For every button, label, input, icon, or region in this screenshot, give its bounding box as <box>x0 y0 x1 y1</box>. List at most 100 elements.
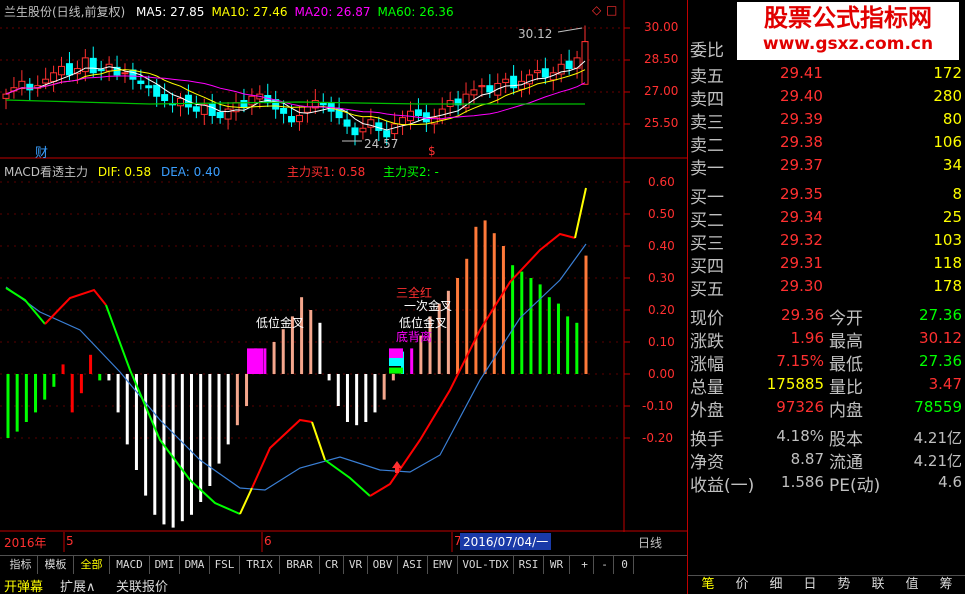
macd-tick: -0.10 <box>642 399 674 413</box>
indicator-tab[interactable]: TRIX <box>240 556 280 574</box>
dif-line-segment <box>239 487 253 515</box>
period-label[interactable]: 日线 <box>638 534 662 551</box>
macd-hist-bar <box>162 374 166 525</box>
quote-tab[interactable]: 联 <box>864 576 892 594</box>
ask-label: 卖三 <box>690 113 724 133</box>
quote-tab[interactable]: 价 <box>728 576 756 594</box>
fund-l1: 换手 <box>690 430 724 450</box>
ask-row[interactable]: 卖二 29.38 106 <box>688 131 965 156</box>
indicator-tab[interactable]: DMA <box>180 556 210 574</box>
ask-price: 29.37 <box>780 156 823 174</box>
macd-hist-bar <box>456 278 460 374</box>
bid-row[interactable]: 买五 29.30 178 <box>688 275 965 300</box>
stat-v2: 30.12 <box>919 329 962 347</box>
price-tick: 30.00 <box>644 20 679 34</box>
bid-row[interactable]: 买三 29.32 103 <box>688 229 965 254</box>
indicator-tab[interactable]: RSI <box>514 556 544 574</box>
fund-v1: 4.18% <box>776 427 824 445</box>
nav-button[interactable]: 0 <box>616 556 634 574</box>
ask-label: 卖一 <box>690 159 724 179</box>
macd-hist-bar <box>584 255 588 374</box>
quote-tab[interactable]: 日 <box>796 576 824 594</box>
ask-price: 29.41 <box>780 64 823 82</box>
indicator-tab[interactable]: BRAR <box>280 556 320 574</box>
stat-v1: 97326 <box>776 398 824 416</box>
close-diamond-icon[interactable]: ◇ <box>592 3 601 17</box>
quote-tab[interactable]: 势 <box>830 576 858 594</box>
quote-tab[interactable]: 细 <box>762 576 790 594</box>
stat-v1: 29.36 <box>781 306 824 324</box>
chart-area[interactable]: 兰生股份(日线,前复权) MA5: 27.85 MA10: 27.46 MA20: … <box>0 0 687 552</box>
bid-row[interactable]: 买一 29.35 8 <box>688 183 965 208</box>
candle-body <box>176 97 184 107</box>
macd-hist-bar <box>501 246 505 374</box>
macd-hist-bar <box>529 278 533 374</box>
close-square-icon[interactable]: □ <box>606 3 617 17</box>
candle-body <box>565 60 573 70</box>
expand-button[interactable]: 扩展∧ <box>60 576 96 594</box>
indicator-tab[interactable]: OBV <box>368 556 398 574</box>
macd-hist-bar <box>556 303 560 374</box>
candle-body <box>470 89 478 96</box>
indicator-tab[interactable]: WR <box>544 556 570 574</box>
ask-price: 29.40 <box>780 87 823 105</box>
indicator-tab[interactable]: ASI <box>398 556 428 574</box>
indicator-tab[interactable]: VOL-TDX <box>458 556 514 574</box>
indicator-tab[interactable]: FSL <box>210 556 240 574</box>
stock-title: 兰生股份(日线,前复权) <box>4 5 126 19</box>
macd-hist-bar <box>345 374 349 422</box>
candle-body <box>351 127 359 136</box>
stat-l2: 最低 <box>829 355 863 375</box>
dif-line-segment <box>574 187 587 239</box>
indicator-tab[interactable]: CR <box>320 556 344 574</box>
quote-tab[interactable]: 值 <box>898 576 926 594</box>
bid-row[interactable]: 买四 29.31 118 <box>688 252 965 277</box>
indicator-tab[interactable]: 指标 <box>4 556 38 574</box>
indicator-tab[interactable]: VR <box>344 556 368 574</box>
macd-hist-bar <box>15 374 19 432</box>
ask-row[interactable]: 卖五 29.41 172 <box>688 62 965 87</box>
macd-hist-bar <box>474 226 478 374</box>
right-tab-bar: 笔价细日势联值筹 <box>688 575 965 594</box>
bid-row[interactable]: 买二 29.34 25 <box>688 206 965 231</box>
quote-tab[interactable]: 筹 <box>932 576 960 594</box>
signal-block <box>389 358 403 366</box>
ma-label: MA10: 27.46 <box>211 5 288 19</box>
nav-button[interactable]: + <box>576 556 594 574</box>
quote-panel: 委比 卖五 29.41 172 卖四 29.40 280 卖三 29.39 80 卖二 29.38 1… <box>687 0 965 594</box>
macd-hist-bar <box>217 374 221 464</box>
ask-row[interactable]: 卖四 29.40 280 <box>688 85 965 110</box>
ask-price: 29.38 <box>780 133 823 151</box>
candle-body <box>288 116 296 123</box>
indicator-tab[interactable]: DMI <box>150 556 180 574</box>
price-tick: 27.00 <box>644 84 679 98</box>
indicator-tab[interactable]: 全部 <box>74 556 110 574</box>
candle-body <box>50 72 58 82</box>
indicator-tab[interactable]: 模板 <box>38 556 74 574</box>
macd-hist-bar <box>208 374 212 486</box>
year-label: 2016年 <box>4 536 47 550</box>
candle-body <box>224 108 232 120</box>
macd-hist-bar <box>180 374 184 522</box>
nav-button[interactable]: - <box>596 556 614 574</box>
ma-label: MA5: 27.85 <box>136 5 205 19</box>
dea-label: DEA: 0.40 <box>160 165 221 179</box>
chart-canvas[interactable] <box>0 0 687 552</box>
related-quote-button[interactable]: 关联报价 <box>116 576 168 594</box>
fund-row: 净资 8.87 流通 4.21亿 <box>688 448 965 473</box>
indicator-tab[interactable]: EMV <box>428 556 458 574</box>
macd-hist-bar <box>34 374 38 413</box>
macd-hist-bar <box>98 374 102 381</box>
danmu-button[interactable]: 开弹幕 <box>4 576 43 594</box>
finance-badge[interactable]: 财 <box>35 142 48 161</box>
ma-labels: MA5: 27.85 MA10: 27.46 MA20: 26.87 MA60: 26… <box>129 5 454 19</box>
ask-row[interactable]: 卖三 29.39 80 <box>688 108 965 133</box>
quote-tab[interactable]: 笔 <box>694 576 722 594</box>
stat-l2: 量比 <box>829 378 863 398</box>
bid-price: 29.30 <box>780 277 823 295</box>
divergence-label: 底背离 <box>396 330 433 344</box>
ask-row[interactable]: 卖一 29.37 34 <box>688 154 965 179</box>
candle-body <box>240 100 248 108</box>
stat-v2: 27.36 <box>919 352 962 370</box>
indicator-tab[interactable]: MACD <box>110 556 150 574</box>
